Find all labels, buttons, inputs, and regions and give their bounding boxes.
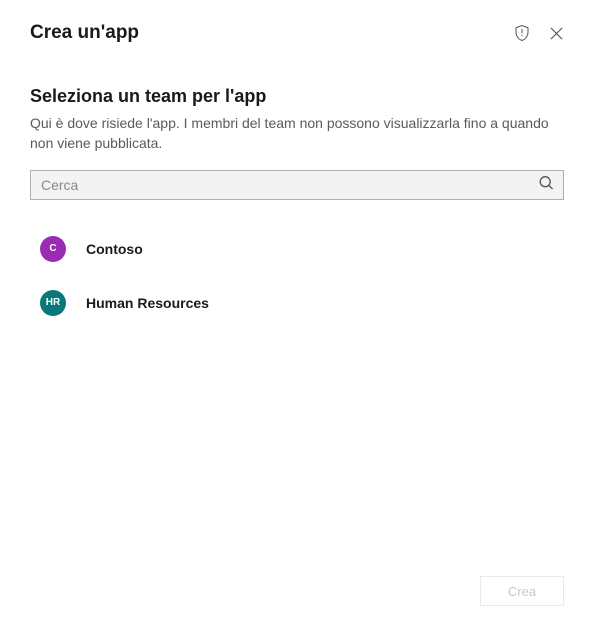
header-actions [513, 24, 564, 42]
dialog-footer: Crea [480, 576, 564, 606]
team-item-human-resources[interactable]: HR Human Resources [30, 282, 564, 324]
section-title: Seleziona un team per l'app [30, 86, 564, 107]
team-name-label: Human Resources [86, 295, 209, 311]
team-name-label: Contoso [86, 241, 143, 257]
section-description: Qui è dove risiede l'app. I membri del t… [30, 113, 564, 154]
shield-icon[interactable] [513, 24, 531, 42]
dialog-title: Crea un'app [30, 22, 139, 44]
team-item-contoso[interactable]: C Contoso [30, 228, 564, 270]
dialog-content: Seleziona un team per l'app Qui è dove r… [0, 44, 594, 324]
close-icon[interactable] [549, 26, 564, 41]
avatar: HR [40, 290, 66, 316]
search-input[interactable] [30, 170, 564, 200]
search-field-wrap [30, 170, 564, 200]
avatar: C [40, 236, 66, 262]
team-list: C Contoso HR Human Resources [30, 228, 564, 324]
dialog-header: Crea un'app [0, 0, 594, 44]
create-button[interactable]: Crea [480, 576, 564, 606]
